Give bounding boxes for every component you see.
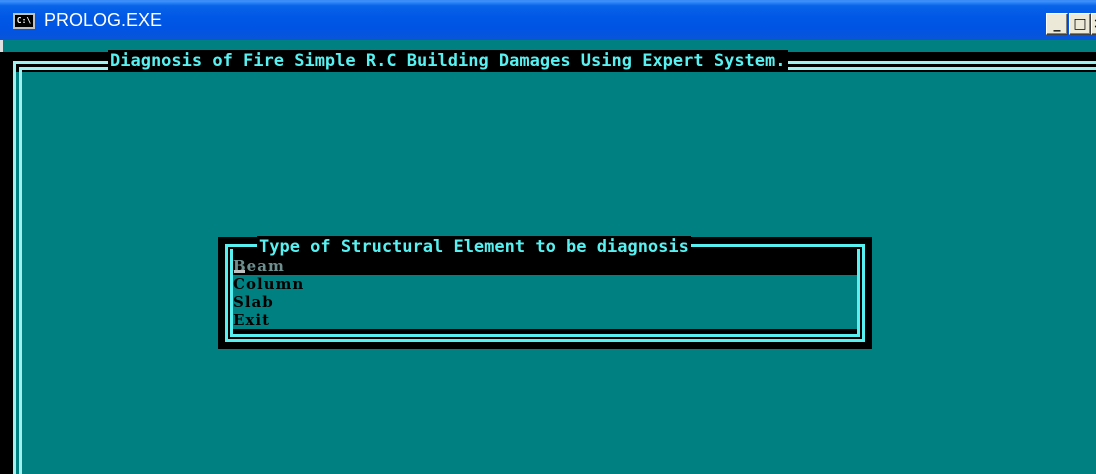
close-button[interactable]: ×	[1091, 13, 1096, 35]
maximize-button[interactable]: □	[1069, 13, 1091, 35]
menu-item-column[interactable]: Column	[233, 276, 304, 293]
dialog-title: Type of Structural Element to be diagnos…	[257, 236, 691, 258]
dialog-body	[233, 275, 857, 329]
window-titlebar[interactable]: C:\ PROLOG.EXE _ □ ×	[0, 0, 1096, 40]
console-icon[interactable]: C:\	[13, 13, 35, 29]
menu-item-slab[interactable]: Slab	[233, 294, 274, 311]
menu-item-exit[interactable]: Exit	[233, 312, 270, 329]
menu-item-beam[interactable]: Beam	[233, 258, 857, 275]
page-title: Diagnosis of Fire Simple R.C Building Da…	[108, 50, 788, 72]
text-cursor	[234, 270, 245, 273]
minimize-button[interactable]: _	[1046, 13, 1068, 35]
window-title: PROLOG.EXE	[44, 10, 163, 30]
left-strip	[0, 52, 13, 474]
